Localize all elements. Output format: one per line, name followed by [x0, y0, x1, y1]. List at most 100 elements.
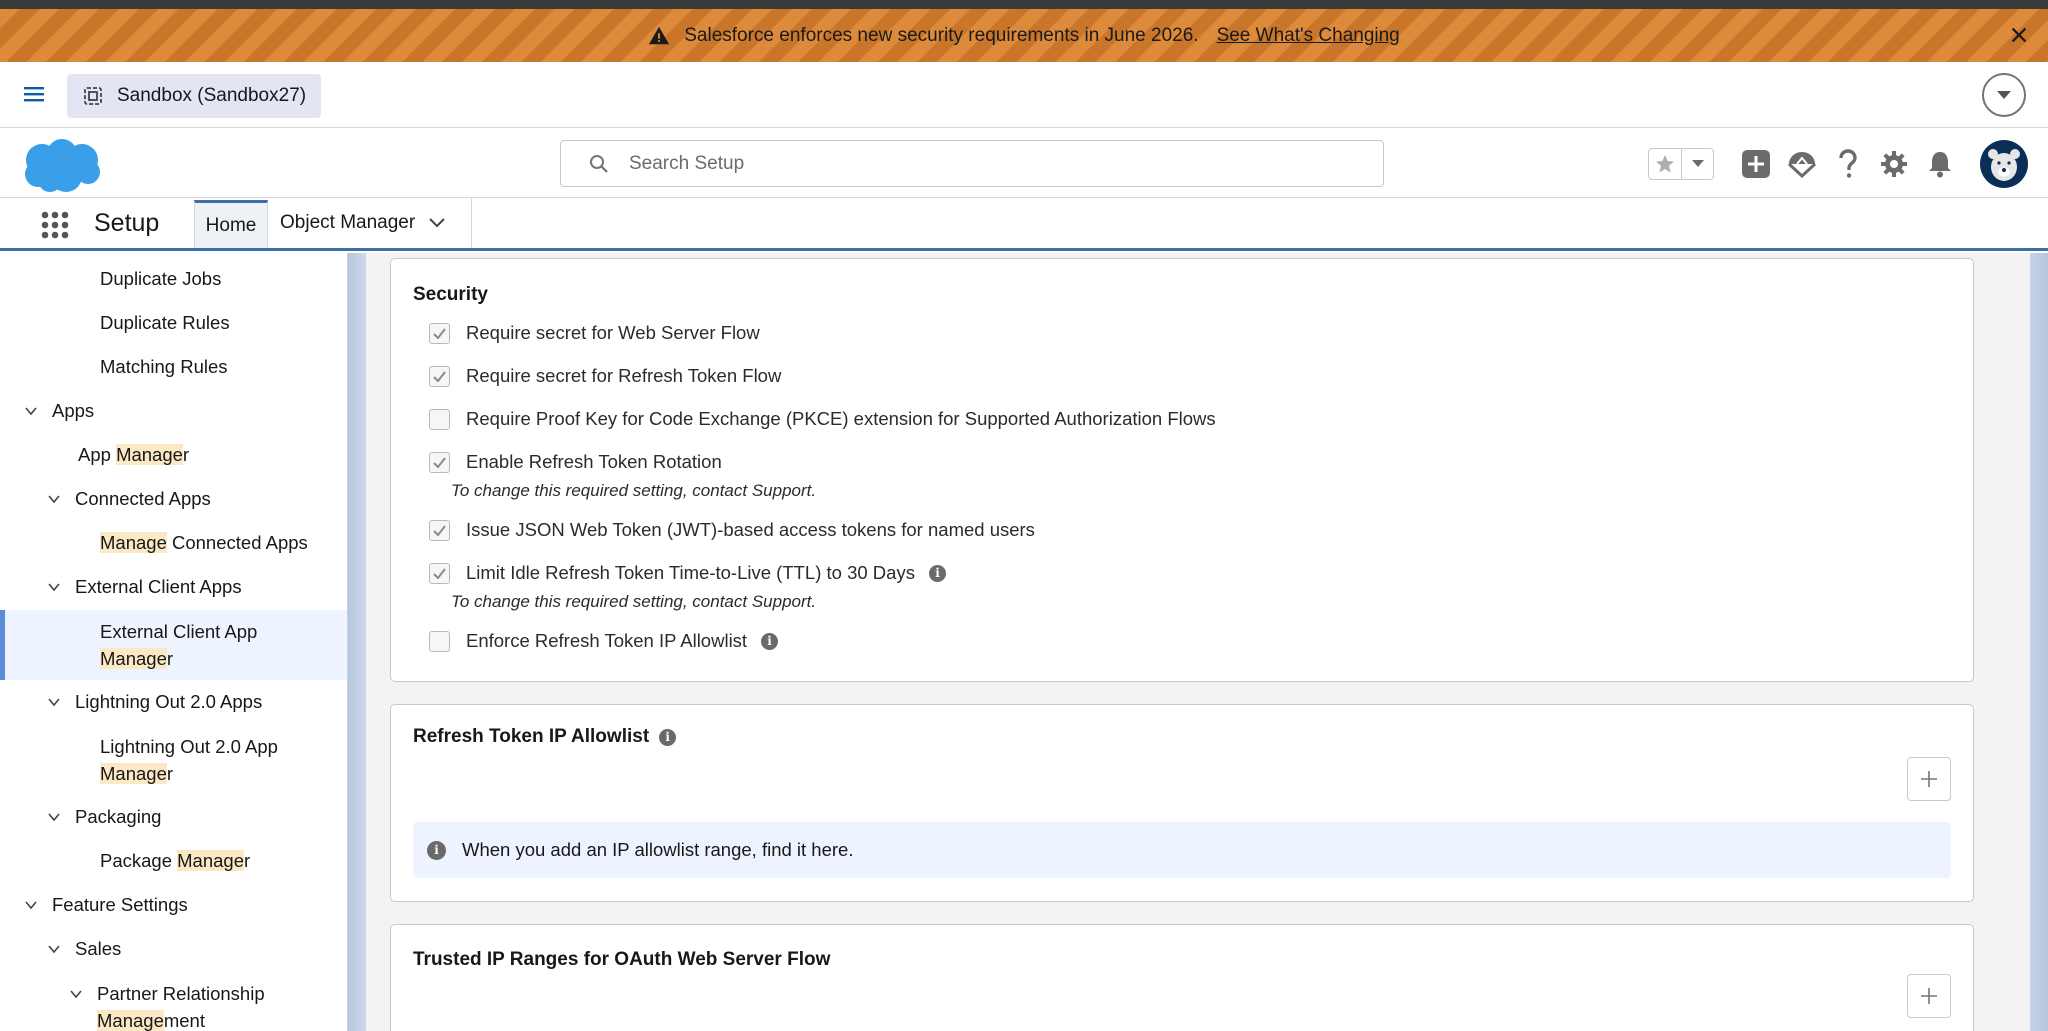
label-text: Duplicate Rules	[100, 312, 230, 333]
chevron-down-icon[interactable]	[24, 404, 38, 418]
checkmark-icon	[433, 370, 446, 382]
plus-icon[interactable]	[1740, 148, 1772, 180]
add-allowlist-button[interactable]	[1907, 757, 1951, 801]
checkbox[interactable]	[429, 630, 450, 652]
sidebar-item-label-line: Management	[97, 1007, 265, 1031]
gear-icon[interactable]	[1878, 148, 1910, 180]
star-icon[interactable]	[1649, 149, 1681, 179]
sidebar-item-label: App Manager	[78, 441, 189, 468]
sidebar-item-label-line: Manage Connected Apps	[100, 529, 308, 556]
sidebar-item[interactable]: Lightning Out 2.0 Apps	[0, 688, 347, 715]
label-text: Lightning Out 2.0 Apps	[75, 691, 263, 712]
search-highlight: Manage	[177, 850, 244, 871]
sidebar-item-label: Duplicate Rules	[100, 309, 230, 336]
sidebar-item-label: Duplicate Jobs	[100, 265, 221, 292]
sidebar-item[interactable]: Sales	[0, 935, 347, 962]
label-text: Apps	[52, 400, 95, 421]
plus-icon	[1921, 988, 1937, 1004]
info-icon[interactable]: i	[659, 728, 677, 746]
org-dropdown-button[interactable]	[1982, 73, 2026, 117]
help-icon[interactable]	[1832, 148, 1864, 180]
allowlist-empty-message: i When you add an IP allowlist range, fi…	[413, 822, 1951, 878]
chevron-down-icon[interactable]	[24, 898, 38, 912]
checkbox	[429, 322, 450, 344]
checkmark-icon	[433, 327, 446, 339]
option-label: Issue JSON Web Token (JWT)-based access …	[466, 519, 1035, 540]
tab-home[interactable]: Home	[194, 200, 268, 248]
chevron-down-icon[interactable]	[69, 987, 83, 1001]
sandbox-label: Sandbox (Sandbox27)	[117, 85, 307, 106]
option-label: Enable Refresh Token Rotation	[466, 451, 722, 472]
bell-icon[interactable]	[1924, 148, 1956, 180]
chevron-down-icon[interactable]	[1681, 149, 1713, 179]
label-text: ment	[163, 1010, 205, 1031]
search-box[interactable]	[560, 140, 1384, 187]
sidebar-item[interactable]: Lightning Out 2.0 App Manager	[0, 733, 347, 787]
sidebar-item-label: Apps	[52, 397, 94, 424]
search-highlight: Manage	[100, 532, 167, 553]
label-text: r	[166, 648, 174, 669]
sidebar-item[interactable]: Packaging	[0, 803, 347, 830]
hamburger-menu-icon[interactable]	[22, 84, 46, 104]
sidebar-item-label-line1: External Client App	[100, 621, 258, 642]
sidebar-item[interactable]: Manage Connected Apps	[0, 529, 347, 556]
allowlist-title-row: Refresh Token IP Allowlist i	[413, 726, 677, 748]
sidebar-item[interactable]: External Client Apps	[0, 573, 347, 600]
search-input[interactable]	[629, 152, 1329, 175]
checkbox	[429, 519, 450, 541]
sidebar-item-label-line: Connected Apps	[75, 485, 211, 512]
sidebar-item[interactable]: Package Manager	[0, 847, 347, 874]
sidebar-item[interactable]: App Manager	[0, 441, 347, 468]
sidebar-item[interactable]: Matching Rules	[0, 353, 347, 380]
checkbox[interactable]	[429, 408, 450, 430]
add-trusted-ip-button[interactable]	[1907, 974, 1951, 1018]
sidebar-item[interactable]: External Client App Manager	[0, 610, 347, 680]
sidebar-item[interactable]: Connected Apps	[0, 485, 347, 512]
chevron-down-icon[interactable]	[47, 810, 61, 824]
app-launcher-icon[interactable]	[40, 210, 70, 240]
chevron-down-icon[interactable]	[47, 580, 61, 594]
label-text: External Client Apps	[75, 576, 242, 597]
info-icon[interactable]: i	[761, 632, 779, 650]
sandbox-bar: Sandbox (Sandbox27)	[0, 62, 2048, 128]
main-area: Security Require secret for Web Server F…	[348, 253, 2048, 1031]
salesforce-logo[interactable]	[20, 136, 104, 194]
trailhead-icon[interactable]	[1786, 148, 1818, 180]
info-icon[interactable]: i	[928, 564, 946, 582]
setup-nav-bar: Setup Home Object Manager	[0, 198, 2048, 251]
sidebar-item-label-line1: Lightning Out 2.0 App	[100, 736, 278, 757]
label-text: App	[78, 444, 117, 465]
allowlist-card: Refresh Token IP Allowlist i i When you …	[390, 704, 1974, 902]
sidebar-item-label-line: Apps	[52, 397, 94, 424]
sidebar-item-label: Manage Connected Apps	[100, 529, 308, 556]
sidebar-item[interactable]: Partner Relationship Management	[0, 980, 347, 1031]
sidebar-item-label: Feature Settings	[52, 891, 188, 918]
sidebar-item[interactable]: Apps	[0, 397, 347, 424]
security-option: Enforce Refresh Token IP Allowlist i	[429, 630, 779, 652]
avatar[interactable]	[1980, 140, 2028, 188]
caret-down-icon	[1997, 91, 2011, 99]
tab-home-label: Home	[205, 214, 257, 236]
close-icon[interactable]	[2008, 24, 2030, 46]
chevron-down-icon[interactable]	[47, 942, 61, 956]
security-option: Require secret for Refresh Token Flow	[429, 365, 781, 387]
sidebar-item[interactable]: Duplicate Jobs	[0, 265, 347, 292]
chevron-down-icon[interactable]	[429, 218, 445, 228]
sidebar-item-label: Connected Apps	[75, 485, 211, 512]
sidebar-item[interactable]: Duplicate Rules	[0, 309, 347, 336]
sandbox-org-button[interactable]: Sandbox (Sandbox27)	[67, 74, 321, 118]
checkbox	[429, 365, 450, 387]
tab-object-manager-label: Object Manager	[280, 212, 416, 233]
security-card: Security Require secret for Web Server F…	[390, 258, 1974, 682]
sidebar-item[interactable]: Feature Settings	[0, 891, 347, 918]
label-text: Feature Settings	[52, 894, 188, 915]
content-panel: Security Require secret for Web Server F…	[366, 253, 2030, 1031]
sidebar-item-label-line: Sales	[75, 935, 121, 962]
chevron-down-icon[interactable]	[47, 492, 61, 506]
option-label: Require secret for Refresh Token Flow	[466, 365, 782, 386]
chevron-down-icon[interactable]	[47, 695, 61, 709]
sidebar-item-label-line1: Partner Relationship	[97, 983, 265, 1004]
banner-link[interactable]: See What's Changing	[1217, 25, 1400, 47]
header-icons	[1648, 140, 2028, 188]
tab-object-manager[interactable]: Object Manager	[268, 198, 472, 248]
